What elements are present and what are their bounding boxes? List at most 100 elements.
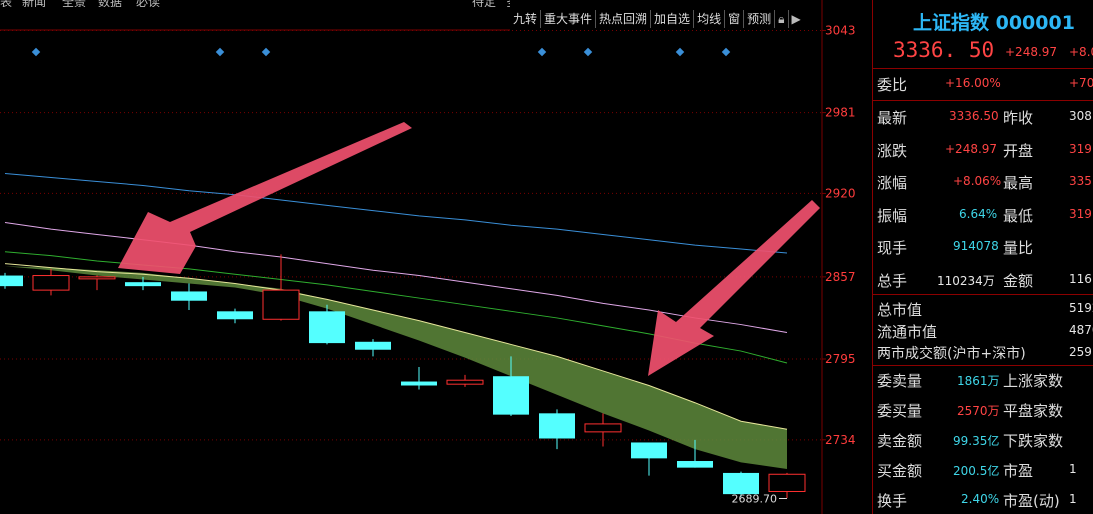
window-button[interactable]: 窗: [725, 10, 745, 28]
event-marker-icon: [261, 47, 271, 57]
exit-icon[interactable]: ▶: [789, 10, 804, 28]
quote-label2: 最低: [1003, 207, 1034, 225]
add-watchlist-button[interactable]: 加自选: [651, 10, 695, 28]
order-row: 委买量 2570万 平盘家数: [873, 398, 1093, 422]
candle[interactable]: [539, 409, 575, 450]
quote-label2: 金额: [1003, 272, 1034, 290]
candle-body: [262, 289, 300, 320]
candle[interactable]: [0, 272, 23, 289]
order-row: 换手 2.40% 市盈(动) 1: [873, 488, 1093, 512]
quote-label: 振幅: [877, 207, 908, 225]
order-row: 卖金额 99.35亿 下跌家数: [873, 428, 1093, 452]
market-row: 两市成交额(沪市+深市) 259: [873, 341, 1093, 365]
quote-row: 最新 3336.50 昨收 308: [873, 105, 1093, 129]
candle-body: [677, 461, 713, 468]
order-value2: 1: [1069, 492, 1077, 506]
y-tick-label: 3043: [825, 23, 856, 37]
quote-row: 涨幅 +8.06% 最高 335: [873, 170, 1093, 194]
low-price-label: 2689.70: [732, 493, 778, 506]
market-row: 流通市值 4870: [873, 319, 1093, 343]
quote-value: +248.97: [945, 142, 998, 156]
quote-value: +8.06%: [953, 174, 1002, 188]
chart-toolbar: 九转 重大事件 热点回溯 加自选 均线 窗 预测 🔒︎ ▶: [510, 8, 822, 30]
order-value: 1861万: [957, 374, 1000, 388]
price-header: 3336. 50 +248.97 +8.0: [873, 38, 1093, 69]
candle-body: [217, 311, 253, 320]
candle-body: [355, 341, 391, 350]
order-label2: 下跌家数: [1003, 432, 1064, 450]
order-label: 卖金额: [877, 432, 923, 450]
order-label: 换手: [877, 492, 908, 510]
candle[interactable]: [446, 374, 484, 387]
index-name: 上证指数 000001: [913, 12, 1075, 34]
quote-value2: 319: [1069, 207, 1092, 221]
market-label: 流通市值: [877, 323, 938, 341]
order-value: 200.5亿: [953, 464, 1000, 478]
quote-value: 914078: [953, 239, 999, 253]
trend-band: [5, 266, 787, 469]
candle-body: [0, 275, 23, 287]
jiuzhuan-button[interactable]: 九转: [510, 10, 542, 28]
y-tick-label: 2857: [825, 270, 856, 284]
quote-label2: 开盘: [1003, 142, 1034, 160]
candle[interactable]: [171, 283, 207, 310]
quote-panel: 上证指数 000001 3336. 50 +248.97 +8.0 委比 +16…: [872, 0, 1093, 514]
current-price: 3336. 50: [893, 38, 995, 62]
quote-label2: 量比: [1003, 239, 1034, 257]
order-value: 99.35亿: [953, 434, 1000, 448]
candlestick-chart[interactable]: 3043 2981 2920 2857 2795 2734 2689.70: [0, 0, 872, 514]
quote-value: 6.64%: [959, 207, 998, 221]
event-marker-icon: [583, 47, 593, 57]
order-label: 委买量: [877, 402, 923, 420]
market-value: 5192: [1069, 301, 1093, 315]
candle-body: [32, 275, 70, 291]
candle[interactable]: [355, 339, 391, 357]
event-marker-icon: [675, 47, 685, 57]
quote-value: 3336.50: [949, 109, 999, 123]
weibi-row: 委比 +16.00% +708: [873, 72, 1093, 96]
candle-body: [631, 442, 667, 459]
candle-body: [309, 311, 345, 344]
candle[interactable]: [584, 413, 622, 447]
order-value: 2.40%: [961, 492, 1000, 506]
market-value: 4870: [1069, 323, 1093, 337]
market-label: 总市值: [877, 301, 923, 319]
quote-row: 现手 914078 量比: [873, 235, 1093, 259]
moving-average-button[interactable]: 均线: [694, 10, 726, 28]
hotspot-review-button[interactable]: 热点回溯: [596, 10, 652, 28]
order-value2: 1: [1069, 462, 1077, 476]
y-tick-label: 2795: [825, 352, 856, 366]
weicha-value: +708: [1069, 76, 1093, 90]
quote-label: 涨幅: [877, 174, 908, 192]
candle[interactable]: [217, 308, 253, 324]
ma-line-blue: [4, 173, 788, 254]
candle-body: [446, 379, 484, 385]
weibi-value: +16.00%: [945, 76, 1001, 90]
lock-icon[interactable]: 🔒︎: [775, 10, 789, 28]
weibi-label: 委比: [877, 76, 908, 94]
price-change: +248.97: [1005, 45, 1058, 59]
order-label: 买金额: [877, 462, 923, 480]
y-tick-label: 2981: [825, 106, 856, 120]
index-title: 上证指数 000001: [873, 8, 1093, 34]
quote-label2: 最高: [1003, 174, 1034, 192]
market-row: 总市值 5192: [873, 297, 1093, 321]
candle[interactable]: [631, 442, 667, 476]
candle[interactable]: [32, 268, 70, 296]
order-label2: 上涨家数: [1003, 372, 1064, 390]
candle-body: [125, 282, 161, 287]
candle[interactable]: [78, 275, 116, 291]
order-label2: 市盈: [1003, 462, 1034, 480]
candle-body: [539, 413, 575, 439]
price-change-pct: +8.0: [1069, 45, 1093, 59]
quote-label: 涨跌: [877, 142, 908, 160]
major-events-button[interactable]: 重大事件: [541, 10, 597, 28]
quote-label: 现手: [877, 239, 908, 257]
candle-body: [723, 472, 759, 495]
quote-label2: 昨收: [1003, 109, 1034, 127]
quote-value: 110234万: [937, 274, 995, 288]
candle[interactable]: [401, 366, 437, 390]
forecast-button[interactable]: 预测: [744, 10, 776, 28]
order-label2: 平盘家数: [1003, 402, 1064, 420]
candle-body: [493, 376, 529, 415]
